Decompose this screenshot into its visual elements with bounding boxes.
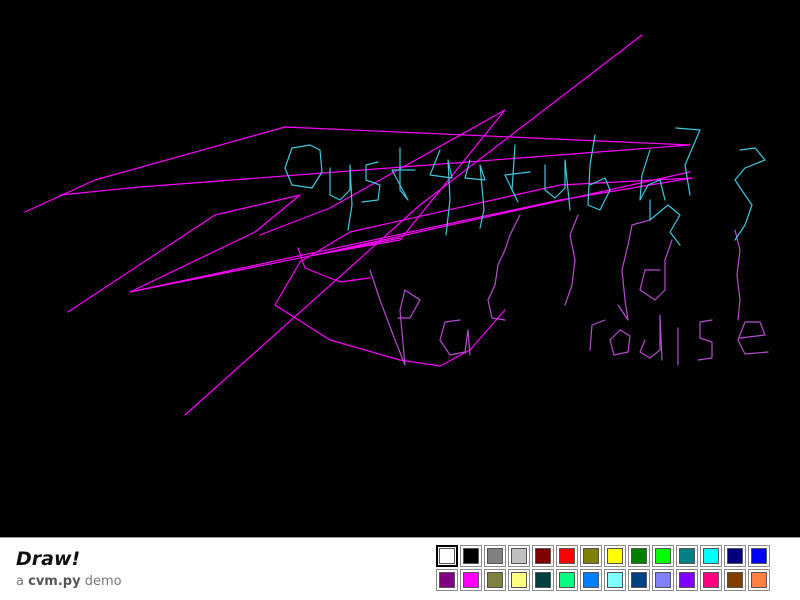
subtitle-prefix: a	[16, 574, 29, 589]
color-palette	[436, 545, 774, 591]
swatch-color	[439, 572, 455, 588]
swatch-color	[511, 548, 527, 564]
bottom-toolbar: Draw! a cvm.py demo	[0, 537, 800, 600]
subtitle-cvm-name: cvm.py	[28, 574, 81, 589]
swatch-color	[559, 548, 575, 564]
swatch-color	[655, 572, 671, 588]
swatch-color	[703, 572, 719, 588]
subtitle-suffix: demo	[80, 574, 122, 589]
draw-app: Draw! a cvm.py demo	[0, 0, 800, 600]
drawing-canvas[interactable]	[0, 0, 800, 537]
swatch-color	[607, 572, 623, 588]
swatch-color	[751, 548, 767, 564]
palette-swatch-17[interactable]	[484, 569, 506, 591]
canvas-background	[0, 0, 800, 537]
swatch-color	[655, 548, 671, 564]
swatch-color	[583, 548, 599, 564]
palette-swatch-14[interactable]	[748, 545, 770, 567]
palette-swatch-27[interactable]	[724, 569, 746, 591]
swatch-color	[463, 572, 479, 588]
swatch-color	[703, 548, 719, 564]
swatch-color	[607, 548, 623, 564]
palette-swatch-25[interactable]	[676, 569, 698, 591]
palette-swatch-11[interactable]	[676, 545, 698, 567]
app-subtitle: a cvm.py demo	[16, 574, 122, 590]
palette-swatch-22[interactable]	[604, 569, 626, 591]
swatch-color	[679, 572, 695, 588]
palette-swatch-9[interactable]	[628, 545, 650, 567]
palette-swatch-4[interactable]	[508, 545, 530, 567]
swatch-color	[463, 548, 479, 564]
palette-swatch-26[interactable]	[700, 569, 722, 591]
palette-swatch-2[interactable]	[460, 545, 482, 567]
palette-swatch-6[interactable]	[556, 545, 578, 567]
palette-swatch-18[interactable]	[508, 569, 530, 591]
swatch-color	[751, 572, 767, 588]
swatch-color	[631, 572, 647, 588]
swatch-color	[631, 548, 647, 564]
palette-swatch-8[interactable]	[604, 545, 626, 567]
palette-swatch-1[interactable]	[436, 545, 458, 567]
palette-swatch-7[interactable]	[580, 545, 602, 567]
palette-swatch-10[interactable]	[652, 545, 674, 567]
swatch-color	[439, 548, 455, 564]
palette-swatch-3[interactable]	[484, 545, 506, 567]
palette-swatch-28[interactable]	[748, 569, 770, 591]
swatch-color	[727, 572, 743, 588]
palette-swatch-12[interactable]	[700, 545, 722, 567]
swatch-color	[559, 572, 575, 588]
palette-swatch-20[interactable]	[556, 569, 578, 591]
swatch-color	[511, 572, 527, 588]
palette-swatch-16[interactable]	[460, 569, 482, 591]
app-title: Draw!	[16, 548, 81, 570]
palette-swatch-23[interactable]	[628, 569, 650, 591]
swatch-color	[535, 548, 551, 564]
swatch-color	[487, 572, 503, 588]
palette-swatch-13[interactable]	[724, 545, 746, 567]
palette-swatch-15[interactable]	[436, 569, 458, 591]
swatch-color	[727, 548, 743, 564]
palette-swatch-19[interactable]	[532, 569, 554, 591]
swatch-color	[679, 548, 695, 564]
palette-swatch-24[interactable]	[652, 569, 674, 591]
swatch-color	[535, 572, 551, 588]
swatch-color	[583, 572, 599, 588]
palette-swatch-5[interactable]	[532, 545, 554, 567]
swatch-color	[487, 548, 503, 564]
palette-swatch-21[interactable]	[580, 569, 602, 591]
